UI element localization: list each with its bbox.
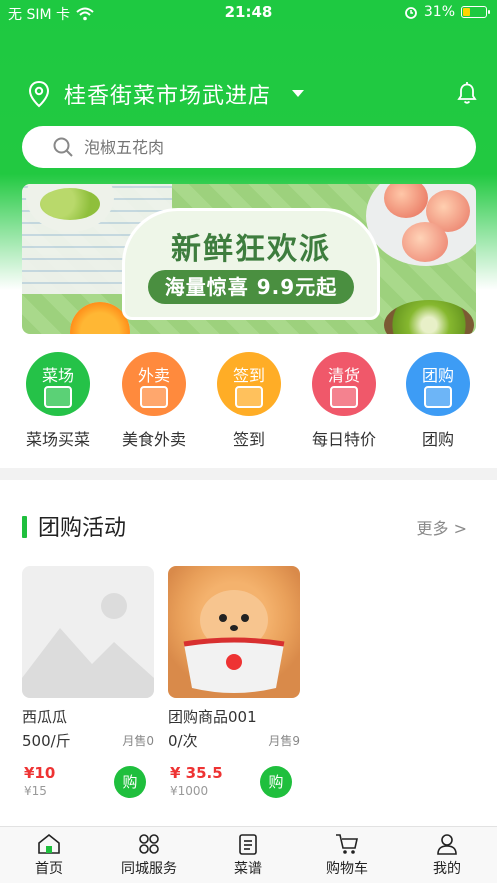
banner-peach xyxy=(402,222,448,262)
product-price: ¥ 35.5 xyxy=(170,764,223,782)
product-sold: 月售0 xyxy=(122,734,154,748)
product-price: ¥10 xyxy=(24,764,56,782)
search-icon xyxy=(53,137,73,157)
cart-icon xyxy=(336,834,358,854)
section-accent-bar xyxy=(22,516,27,538)
product-original-price: ¥1000 xyxy=(170,784,209,798)
product-card[interactable]: 西瓜瓜 500/斤 月售0 ¥10 ¥15 购 xyxy=(22,566,154,798)
tab-label: 购物车 xyxy=(326,861,368,877)
section-title: 团购活动 xyxy=(38,516,127,541)
product-image-placeholder xyxy=(22,566,154,698)
product-unit: 500/斤 xyxy=(22,732,71,750)
user-icon xyxy=(437,834,457,855)
category-tag: 签到 xyxy=(232,366,265,385)
tab-bar: 首页 同城服务 菜谱 购物车 我的 xyxy=(0,826,497,883)
category-tag: 团购 xyxy=(421,366,454,385)
category-label: 签到 xyxy=(232,430,265,449)
banner-orange xyxy=(70,302,130,334)
category-label: 美食外卖 xyxy=(121,430,186,449)
buy-button[interactable]: 购 xyxy=(114,766,146,798)
banner-subline: 海量惊喜 9.9元起 xyxy=(148,270,354,304)
store-header: 桂香街菜市场武进店 xyxy=(0,72,497,116)
chevron-down-icon[interactable] xyxy=(292,90,304,97)
bell-icon[interactable] xyxy=(455,80,479,106)
shopping-bag-icon xyxy=(424,386,452,408)
category-label: 每日特价 xyxy=(311,430,376,449)
image-placeholder-icon xyxy=(22,593,154,698)
category-tag: 菜场 xyxy=(41,366,74,385)
tab-cart[interactable]: 购物车 xyxy=(299,833,395,878)
product-name: 团购商品001 xyxy=(168,708,257,726)
location-pin-icon[interactable] xyxy=(28,80,50,108)
tab-profile[interactable]: 我的 xyxy=(399,833,495,878)
category-takeout[interactable]: 外卖 美食外卖 xyxy=(106,352,202,450)
section-divider xyxy=(0,468,497,480)
calendar-check-icon xyxy=(235,386,263,408)
category-market-icon: 菜场 xyxy=(26,352,90,416)
dog-photo-icon xyxy=(183,590,285,693)
tab-label: 首页 xyxy=(35,861,63,877)
category-daily-deal-icon: 清货 xyxy=(312,352,376,416)
tab-recipes[interactable]: 菜谱 xyxy=(200,833,296,878)
banner-beans xyxy=(40,188,100,220)
price-tag-icon xyxy=(330,386,358,408)
category-group-buy[interactable]: 团购 团购 xyxy=(390,352,486,450)
status-bar: 无 SIM 卡 21:48 31% xyxy=(0,0,497,26)
banner-kiwi xyxy=(384,300,474,334)
category-market[interactable]: 菜场 菜场买菜 xyxy=(10,352,106,450)
category-group-buy-icon: 团购 xyxy=(406,352,470,416)
buy-button[interactable]: 购 xyxy=(260,766,292,798)
tab-label: 菜谱 xyxy=(234,861,262,877)
tab-home[interactable]: 首页 xyxy=(1,833,97,878)
search-input[interactable] xyxy=(84,132,444,162)
category-label: 团购 xyxy=(421,430,454,449)
chicken-leg-icon xyxy=(44,386,72,408)
battery-icon xyxy=(461,6,490,18)
battery-percent: 31% xyxy=(423,4,455,20)
product-name: 西瓜瓜 xyxy=(22,708,68,726)
category-checkin-icon: 签到 xyxy=(217,352,281,416)
tab-label: 我的 xyxy=(433,861,461,877)
category-takeout-icon: 外卖 xyxy=(122,352,186,416)
product-sold: 月售9 xyxy=(268,734,300,748)
alarm-icon xyxy=(404,7,417,19)
basket-icon xyxy=(140,386,168,408)
category-label: 菜场买菜 xyxy=(25,430,90,449)
home-icon xyxy=(38,833,60,854)
store-name[interactable]: 桂香街菜市场武进店 xyxy=(64,78,271,110)
search-bar[interactable] xyxy=(22,126,476,168)
promo-banner[interactable]: 新鲜狂欢派 海量惊喜 9.9元起 xyxy=(22,184,476,334)
banner-headline: 新鲜狂欢派 xyxy=(171,232,331,267)
category-tag: 清货 xyxy=(327,366,360,385)
product-card[interactable]: 团购商品001 0/次 月售9 ¥ 35.5 ¥1000 购 xyxy=(168,566,300,798)
more-link[interactable]: 更多 > xyxy=(417,515,468,539)
product-image xyxy=(168,566,300,698)
tab-city-service[interactable]: 同城服务 xyxy=(101,833,197,878)
category-row: 菜场 菜场买菜 外卖 美食外卖 签到 签到 清货 每日特价 团购 团购 xyxy=(0,352,497,452)
category-checkin[interactable]: 签到 签到 xyxy=(201,352,297,450)
grid-icon xyxy=(139,834,159,854)
tab-label: 同城服务 xyxy=(121,861,177,877)
category-daily-deal[interactable]: 清货 每日特价 xyxy=(296,352,392,450)
category-tag: 外卖 xyxy=(137,366,170,385)
recipe-icon xyxy=(239,834,257,855)
product-original-price: ¥15 xyxy=(24,784,47,798)
product-unit: 0/次 xyxy=(168,732,198,750)
